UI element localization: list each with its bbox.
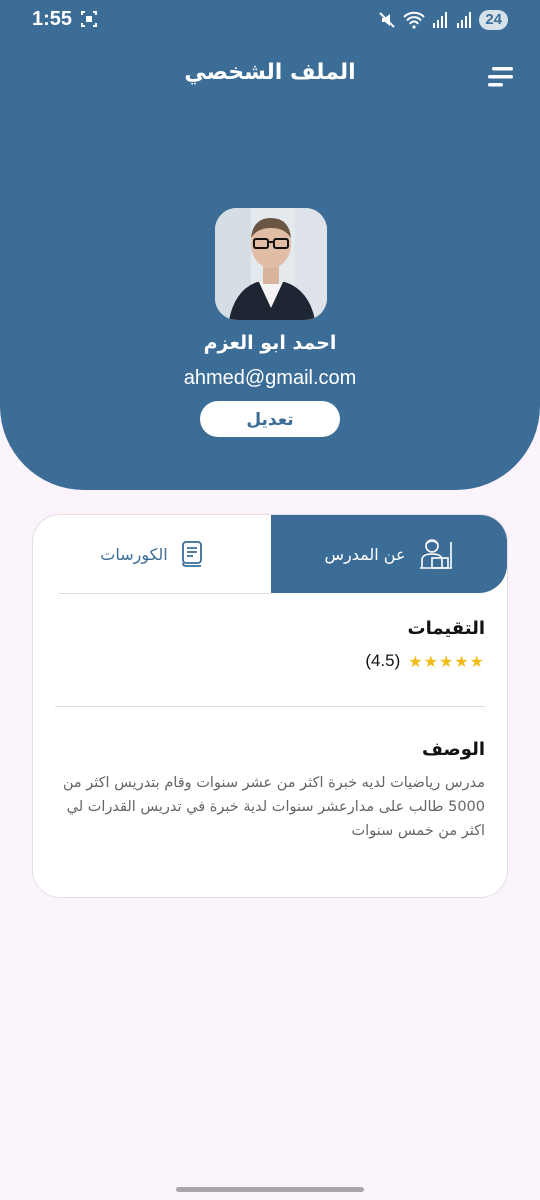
mute-icon bbox=[379, 12, 396, 28]
ratings-title: التقيمات bbox=[407, 618, 486, 639]
battery-level: 24 bbox=[479, 10, 508, 30]
status-icons: 24 bbox=[377, 8, 508, 32]
wifi-icon bbox=[403, 11, 426, 29]
rating-row: (4.5) ★★★★★ bbox=[365, 651, 485, 671]
description-title: الوصف bbox=[421, 739, 485, 760]
teacher-icon bbox=[419, 539, 452, 569]
tab-courses-label: الكورسات bbox=[100, 544, 168, 564]
signal-icon bbox=[457, 12, 472, 28]
profile-photo bbox=[215, 208, 327, 320]
edit-profile-button[interactable]: تعديل bbox=[200, 401, 340, 437]
status-time: 1:55 bbox=[32, 8, 73, 30]
user-name: احمد ابو العزم bbox=[203, 332, 337, 354]
avatar bbox=[215, 208, 327, 320]
user-email: ahmed@gmail.com bbox=[183, 367, 357, 389]
screen-record-icon bbox=[81, 11, 97, 27]
teacher-info-card: عن المدرس الكورسات التقيمات (4.5) ★★★★★ … bbox=[32, 514, 508, 898]
tab-courses[interactable]: الكورسات bbox=[33, 515, 271, 593]
tab-about-teacher[interactable]: عن المدرس bbox=[271, 515, 507, 593]
signal-icon bbox=[433, 12, 448, 28]
home-indicator[interactable] bbox=[176, 1187, 364, 1192]
tab-divider bbox=[59, 593, 271, 594]
section-divider bbox=[55, 706, 485, 707]
description-text: مدرس رياضيات لديه خبرة اكثر من عشر سنوات… bbox=[62, 775, 485, 839]
rating-value: (4.5) bbox=[365, 651, 401, 670]
tab-about-teacher-label: عن المدرس bbox=[324, 544, 406, 564]
menu-icon[interactable] bbox=[482, 64, 516, 90]
page-title: الملف الشخصي bbox=[184, 60, 356, 85]
rating-stars: ★★★★★ bbox=[408, 651, 485, 671]
book-icon bbox=[181, 541, 202, 567]
status-bar: 1:55 24 bbox=[0, 0, 540, 40]
